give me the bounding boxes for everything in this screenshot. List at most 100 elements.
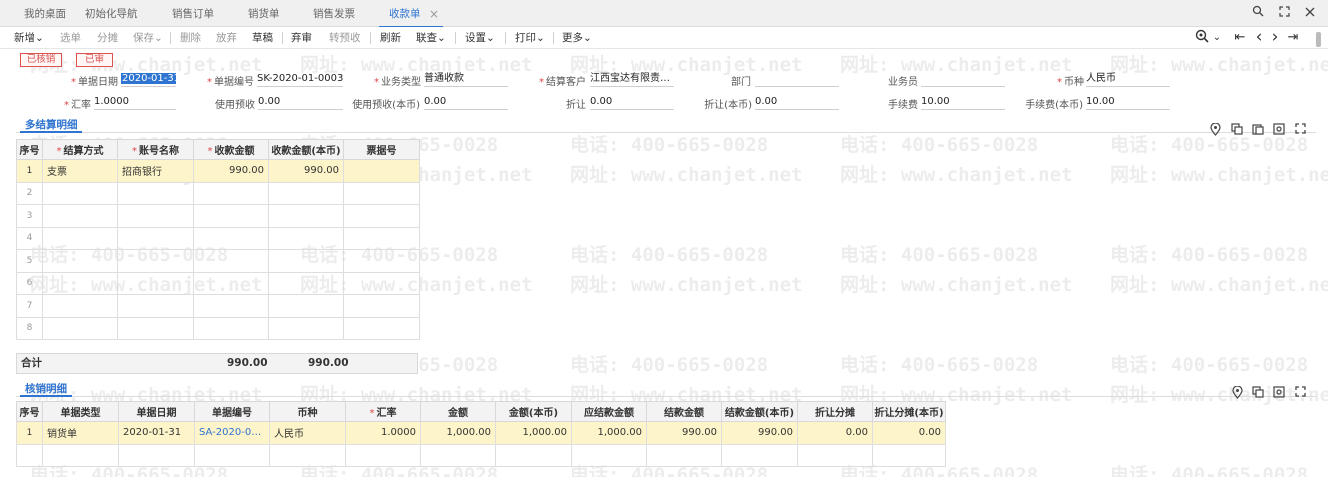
table-cell[interactable] [118,443,195,467]
select-order-button[interactable]: 选单 [60,27,81,49]
table-cell[interactable] [420,443,496,467]
copy-row-icon[interactable] [1230,123,1244,137]
table-cell[interactable] [343,226,420,250]
split-button[interactable]: 分摊 [97,27,118,49]
fullscreen-icon[interactable] [1293,386,1307,400]
table-row[interactable]: 4 [16,226,420,250]
table-row[interactable]: 6 [16,271,420,295]
table-cell[interactable] [268,226,344,250]
table-cell[interactable]: 1,000.00 [495,421,572,445]
table-cell[interactable] [343,249,420,273]
first-record-icon[interactable]: ⇤ [1233,29,1247,47]
table-cell[interactable] [117,294,194,318]
table-cell[interactable] [42,204,118,228]
clerk-field[interactable] [921,72,1005,87]
dept-field[interactable] [755,72,839,87]
tab-init-nav[interactable]: 初始化导航 [85,0,138,27]
table-cell[interactable] [343,159,420,183]
table-row[interactable] [16,443,946,467]
table-cell[interactable] [495,443,572,467]
locate-icon[interactable] [1208,122,1222,137]
close-icon[interactable] [1302,5,1318,21]
table-cell[interactable]: 0.00 [872,421,946,445]
table-cell[interactable] [268,181,344,205]
next-record-icon[interactable]: › [1268,29,1282,47]
table-cell[interactable] [42,271,118,295]
new-button[interactable]: 新增⌄ [14,27,44,49]
date-field[interactable]: 2020-01-31 [121,72,176,87]
table-cell[interactable] [117,316,194,340]
table-cell[interactable] [343,294,420,318]
table-cell[interactable] [42,294,118,318]
prev-record-icon[interactable]: ‹ [1252,29,1266,47]
last-record-icon[interactable]: ⇥ [1286,29,1300,47]
table-cell[interactable] [268,316,344,340]
table-cell[interactable] [268,249,344,273]
tab-delivery-note[interactable]: 销货单 [248,0,280,27]
chevron-down-icon[interactable]: ⌄ [1212,29,1222,47]
table-cell[interactable] [268,204,344,228]
table-cell[interactable]: 990.00 [721,421,798,445]
table-row[interactable]: 2 [16,181,420,205]
save-button[interactable]: 保存⌄ [133,27,163,49]
table-cell[interactable]: 2020-01-31 [118,421,195,445]
table-cell[interactable] [193,226,269,250]
discount-field[interactable]: 0.00 [590,95,674,110]
more-button[interactable]: 更多⌄ [562,27,592,49]
table-cell[interactable] [193,316,269,340]
customer-field[interactable]: 江西宝达有限责… [590,72,674,87]
table-row[interactable]: 8 [16,316,420,340]
table-cell[interactable] [42,226,118,250]
currency-select[interactable]: 人民币 [1086,72,1170,87]
tab-sales-order[interactable]: 销售订单 [172,0,214,27]
tab-sales-invoice[interactable]: 销售发票 [313,0,355,27]
table-cell[interactable]: 0.00 [797,421,873,445]
table-cell[interactable]: 990.00 [193,159,269,183]
table-cell[interactable] [343,316,420,340]
refresh-button[interactable]: 刷新 [380,27,401,49]
settlement-section-title[interactable]: 多结算明细 [25,117,78,132]
code-field[interactable]: SK-2020-01-0003 [257,72,343,87]
table-cell[interactable] [193,204,269,228]
document-link[interactable] [194,443,270,467]
search-icon[interactable] [1250,5,1266,21]
table-row[interactable]: 3 [16,204,420,228]
table-cell[interactable]: 支票 [42,159,118,183]
column-settings-icon[interactable] [1272,386,1286,400]
tab-receipt[interactable]: 收款单 [379,0,442,28]
table-cell[interactable] [571,443,647,467]
rate-field[interactable]: 1.0000 [94,95,176,110]
table-row[interactable]: 1 支票 招商银行 990.00 990.00 [16,159,420,183]
table-cell[interactable]: 990.00 [646,421,722,445]
tab-desktop[interactable]: 我的桌面 [24,0,66,27]
table-cell[interactable] [42,443,119,467]
table-cell[interactable]: 990.00 [268,159,344,183]
print-button[interactable]: 打印⌄ [515,27,545,49]
table-cell[interactable] [117,271,194,295]
fee-field[interactable]: 10.00 [921,95,1005,110]
table-cell[interactable] [193,294,269,318]
table-cell[interactable]: 销货单 [42,421,119,445]
abandon-button[interactable]: 放弃 [216,27,237,49]
table-cell[interactable] [268,294,344,318]
table-cell[interactable] [345,443,421,467]
fullscreen-icon[interactable] [1293,123,1307,137]
prepay-local-field[interactable]: 0.00 [424,95,508,110]
table-cell[interactable] [343,181,420,205]
table-cell[interactable] [193,181,269,205]
table-cell[interactable] [269,443,346,467]
fee-local-field[interactable]: 10.00 [1086,95,1170,110]
table-cell[interactable] [117,249,194,273]
table-cell[interactable] [193,271,269,295]
table-cell[interactable] [42,181,118,205]
table-cell[interactable]: 1,000.00 [420,421,496,445]
table-cell[interactable] [268,271,344,295]
table-cell[interactable] [117,204,194,228]
discount-local-field[interactable]: 0.00 [755,95,839,110]
table-row[interactable]: 1 销货单 2020-01-31 SA-2020-01-… 人民币 1.0000 1,000… [16,421,946,445]
table-cell[interactable]: 招商银行 [117,159,194,183]
table-row[interactable]: 5 [16,249,420,273]
biz-type-select[interactable]: 普通收款 [424,72,508,87]
delete-button[interactable]: 删除 [180,27,201,49]
table-cell[interactable] [797,443,873,467]
